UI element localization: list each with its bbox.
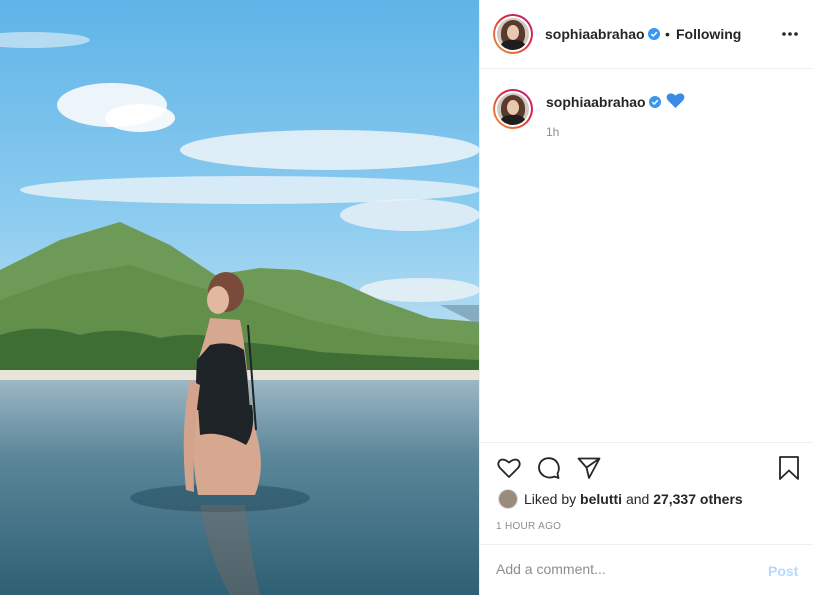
liker-avatar[interactable] [498, 489, 518, 509]
comment-bar: Post [480, 544, 813, 595]
caption-avatar[interactable] [493, 89, 533, 129]
header-avatar[interactable] [493, 14, 533, 54]
likes-prefix: Liked by [524, 491, 577, 507]
header-username-text: sophiaabrahao [545, 26, 645, 42]
likes-joiner: and [625, 491, 650, 507]
following-button[interactable]: Following [676, 26, 741, 42]
verified-badge-icon [647, 28, 660, 40]
blue-heart-icon [666, 93, 685, 108]
post-comment-button[interactable]: Post [768, 563, 798, 579]
post-photo[interactable] [0, 0, 479, 595]
post-header: sophiaabrahao • Following [480, 0, 813, 69]
action-bar: Liked by belutti and 27,337 others 1 HOU… [480, 442, 813, 544]
heart-icon[interactable] [496, 455, 522, 481]
verified-badge-icon [648, 96, 661, 108]
liker-username[interactable]: belutti [580, 491, 622, 507]
post-timestamp: 1 HOUR AGO [496, 521, 562, 532]
caption-username-text: sophiaabrahao [546, 94, 646, 110]
likes-others-count[interactable]: 27,337 others [653, 491, 743, 507]
header-username[interactable]: sophiaabrahao [545, 26, 660, 42]
header-separator: • [665, 26, 670, 42]
caption-username[interactable]: sophiaabrahao [546, 94, 661, 110]
bookmark-icon[interactable] [776, 455, 802, 481]
post-photo-image [0, 0, 479, 595]
caption-time: 1h [546, 125, 560, 139]
likes-summary[interactable]: Liked by belutti and 27,337 others [498, 489, 743, 509]
share-icon[interactable] [576, 455, 602, 481]
comment-icon[interactable] [536, 455, 562, 481]
comment-input[interactable] [496, 561, 756, 577]
post-side-panel: sophiaabrahao • Following sophiaabrahao … [479, 0, 813, 595]
more-icon[interactable] [778, 26, 804, 42]
